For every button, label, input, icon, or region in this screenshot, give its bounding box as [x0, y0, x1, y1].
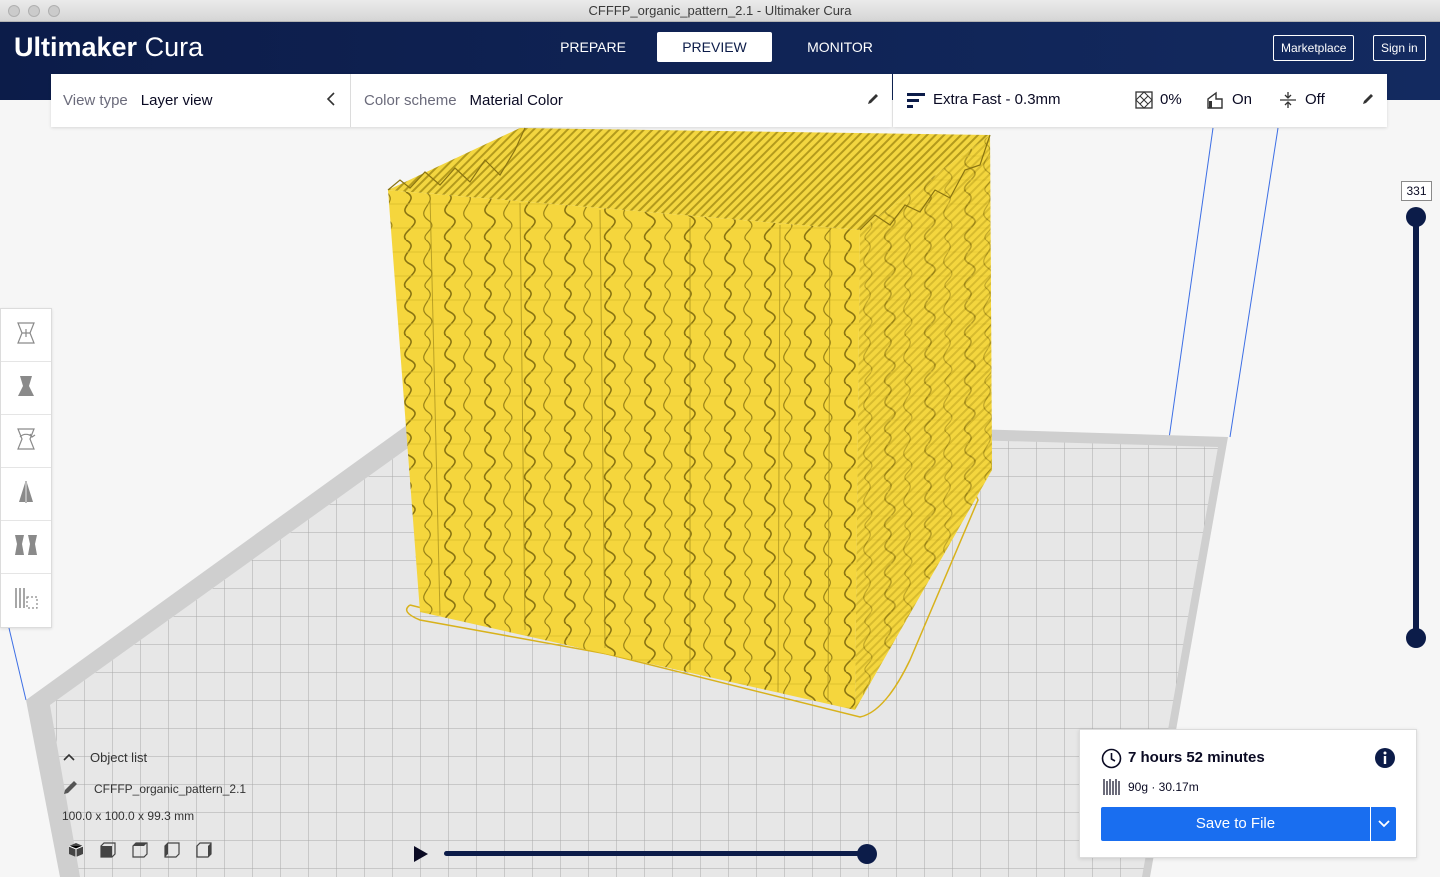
tab-preview[interactable]: PREVIEW: [657, 32, 772, 62]
window-title: CFFFP_organic_pattern_2.1 - Ultimaker Cu…: [588, 3, 852, 18]
current-layer-input[interactable]: 331: [1401, 181, 1432, 201]
move-icon: [12, 319, 40, 352]
object-list-panel: Object list CFFFP_organic_pattern_2.1 10…: [62, 750, 246, 823]
support-value: On: [1232, 91, 1253, 108]
play-icon[interactable]: [413, 845, 429, 868]
3d-view-icon[interactable]: [67, 841, 85, 864]
infill-value: 0%: [1160, 91, 1182, 108]
view-type-label: View type: [63, 92, 128, 109]
object-name: CFFFP_organic_pattern_2.1: [94, 781, 247, 796]
pencil-icon[interactable]: [1361, 92, 1375, 111]
color-scheme-selector[interactable]: Color scheme Material Color: [364, 74, 563, 127]
chevron-down-icon: [1377, 815, 1390, 833]
color-scheme-value: Material Color: [469, 92, 563, 109]
marketplace-button[interactable]: Marketplace: [1273, 35, 1355, 61]
object-dimensions: 100.0 x 100.0 x 99.3 mm: [62, 809, 195, 823]
object-name-row[interactable]: CFFFP_organic_pattern_2.1: [62, 778, 246, 799]
support-blocker-tool-button[interactable]: [1, 574, 51, 627]
view-type-selector[interactable]: View type Layer view: [63, 74, 212, 127]
mirror-tool-button[interactable]: [1, 468, 51, 521]
material-usage: 90g · 30.17m: [1128, 780, 1199, 794]
profile-name: Extra Fast - 0.3mm: [933, 91, 1061, 108]
pencil-icon[interactable]: [866, 92, 880, 111]
layer-slider-track[interactable]: [1413, 216, 1419, 638]
rotate-icon: [12, 425, 40, 458]
support-blocker-icon: [12, 584, 40, 617]
info-icon[interactable]: [1374, 747, 1396, 774]
support-icon: [1206, 91, 1224, 114]
print-summary-panel: 7 hours 52 minutes 90g · 30.17m Save to …: [1079, 729, 1417, 858]
divider: [350, 74, 351, 127]
top-view-icon[interactable]: [131, 841, 149, 864]
per-model-settings-icon: [12, 531, 40, 564]
mirror-icon: [12, 478, 40, 511]
path-slider-track[interactable]: [444, 851, 869, 856]
profile-icon: [907, 92, 925, 113]
scale-icon: [12, 372, 40, 405]
clock-icon: [1101, 748, 1122, 774]
logo-product: Cura: [144, 32, 204, 62]
save-to-file-button[interactable]: Save to File: [1101, 807, 1370, 841]
rotate-tool-button[interactable]: [1, 415, 51, 468]
infill-icon: [1135, 91, 1153, 114]
move-tool-button[interactable]: [1, 309, 51, 362]
print-settings-bar[interactable]: Extra Fast - 0.3mm 0% On Off: [893, 74, 1387, 127]
window-titlebar: CFFFP_organic_pattern_2.1 - Ultimaker Cu…: [0, 0, 1440, 22]
filament-spool-icon: [1102, 778, 1120, 801]
right-view-icon[interactable]: [195, 841, 213, 864]
object-list-toggle[interactable]: Object list: [62, 750, 246, 765]
view-type-value: Layer view: [140, 92, 213, 109]
front-view-icon[interactable]: [99, 841, 117, 864]
logo-brand: Ultimaker: [14, 32, 138, 62]
close-window-button[interactable]: [8, 5, 20, 17]
tool-panel: [0, 308, 52, 628]
view-options-bar: View type Layer view Color scheme Materi…: [51, 74, 892, 127]
tab-monitor[interactable]: MONITOR: [790, 32, 890, 62]
layer-slider-bottom-handle[interactable]: [1406, 628, 1426, 648]
layer-slider-top-handle[interactable]: [1406, 207, 1426, 227]
chevron-up-icon: [62, 751, 76, 765]
sign-in-button[interactable]: Sign in: [1373, 35, 1426, 61]
adhesion-icon: [1279, 91, 1297, 114]
left-view-icon[interactable]: [163, 841, 181, 864]
save-options-dropdown[interactable]: [1371, 807, 1396, 841]
ultimaker-cura-logo: Ultimaker Cura: [14, 32, 203, 63]
camera-view-buttons: [67, 841, 213, 864]
object-list-header: Object list: [90, 750, 148, 765]
tab-prepare[interactable]: PREPARE: [544, 32, 642, 62]
print-time: 7 hours 52 minutes: [1128, 749, 1265, 766]
chevron-left-icon[interactable]: [326, 91, 336, 112]
pencil-icon: [62, 778, 80, 799]
path-slider-handle[interactable]: [857, 844, 877, 864]
minimize-window-button[interactable]: [28, 5, 40, 17]
scale-tool-button[interactable]: [1, 362, 51, 415]
per-model-settings-tool-button[interactable]: [1, 521, 51, 574]
adhesion-value: Off: [1305, 91, 1325, 108]
color-scheme-label: Color scheme: [364, 92, 457, 109]
zoom-window-button[interactable]: [48, 5, 60, 17]
